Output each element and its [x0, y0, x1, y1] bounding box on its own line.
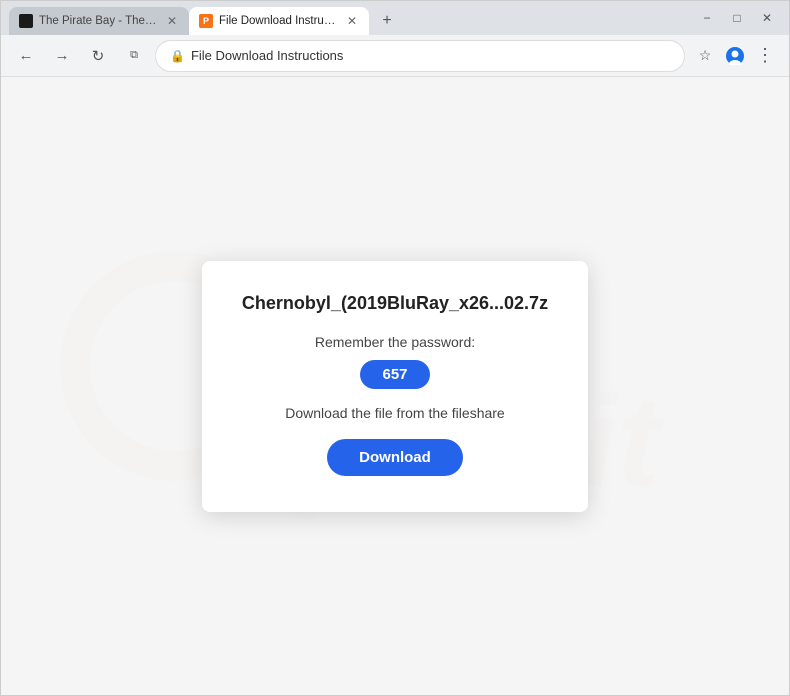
close-button[interactable]: ✕: [753, 7, 781, 29]
minimize-button[interactable]: −: [693, 7, 721, 29]
tab-pirate-title: The Pirate Bay - The galaxy's m...: [39, 15, 159, 27]
password-badge: 657: [360, 360, 429, 389]
browser-window: The Pirate Bay - The galaxy's m... ✕ P F…: [0, 0, 790, 696]
nav-right-icons: ☆ ⋮: [691, 42, 779, 70]
remember-label: Remember the password:: [242, 334, 548, 350]
back-button[interactable]: ←: [11, 41, 41, 71]
tab-pirate[interactable]: The Pirate Bay - The galaxy's m... ✕: [9, 7, 189, 35]
instruction-text: Download the file from the fileshare: [242, 405, 548, 421]
lock-icon: 🔒: [170, 49, 185, 63]
tab-filedownload-favicon: P: [199, 14, 213, 28]
tab-filedownload-close[interactable]: ✕: [345, 13, 359, 29]
window-controls: − □ ✕: [693, 7, 781, 29]
tab-filedownload[interactable]: P File Download Instructions for... ✕: [189, 7, 369, 35]
title-bar: The Pirate Bay - The galaxy's m... ✕ P F…: [1, 1, 789, 35]
download-button[interactable]: Download: [327, 439, 463, 476]
tab-filedownload-title: File Download Instructions for...: [219, 15, 339, 27]
menu-button[interactable]: ⋮: [751, 42, 779, 70]
tab-actions-button[interactable]: ⧉: [119, 41, 149, 71]
filename-text: Chernobyl_(2019BluRay_x26...02.7z: [242, 293, 548, 314]
address-bar[interactable]: 🔒 File Download Instructions: [155, 40, 685, 72]
bookmark-button[interactable]: ☆: [691, 42, 719, 70]
forward-button[interactable]: →: [47, 41, 77, 71]
maximize-button[interactable]: □: [723, 7, 751, 29]
tab-pirate-favicon: [19, 14, 33, 28]
profile-button[interactable]: [721, 42, 749, 70]
modal-card: Chernobyl_(2019BluRay_x26...02.7z Rememb…: [202, 261, 588, 512]
reload-button[interactable]: ↻: [83, 41, 113, 71]
address-text: File Download Instructions: [191, 48, 670, 63]
tab-bar: The Pirate Bay - The galaxy's m... ✕ P F…: [9, 1, 681, 35]
nav-bar: ← → ↻ ⧉ 🔒 File Download Instructions ☆ ⋮: [1, 35, 789, 77]
new-tab-button[interactable]: +: [373, 7, 401, 35]
tab-pirate-close[interactable]: ✕: [165, 13, 179, 29]
profile-icon: [726, 47, 744, 65]
page-content: fish.clit Chernobyl_(2019BluRay_x26...02…: [1, 77, 789, 695]
